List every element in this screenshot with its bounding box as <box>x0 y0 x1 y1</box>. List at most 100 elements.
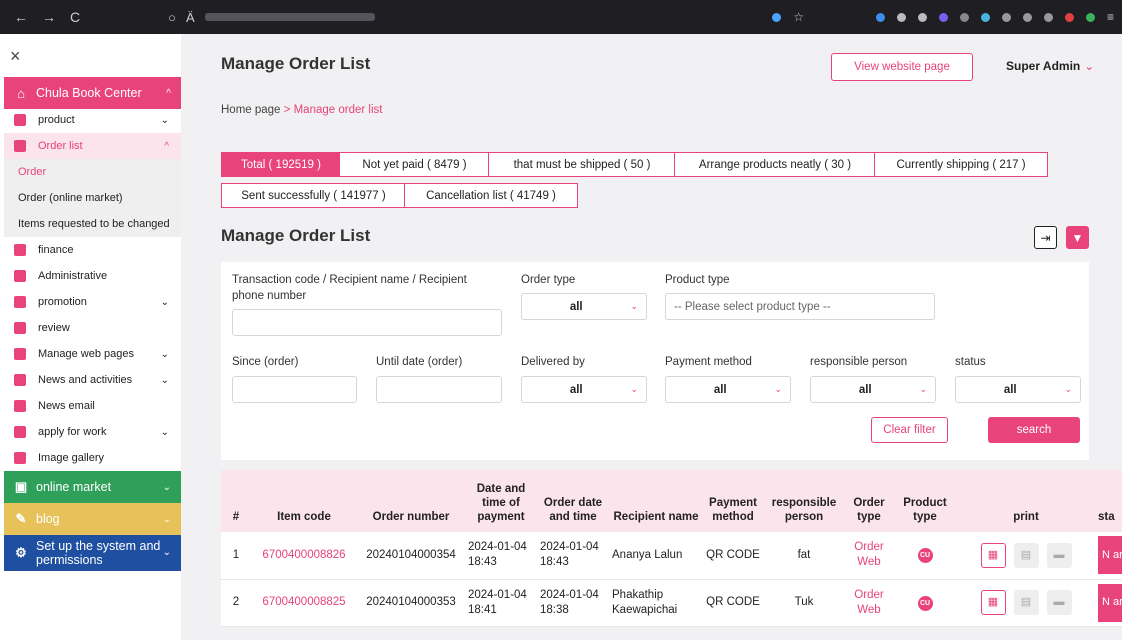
column-header[interactable]: Order type <box>845 470 893 532</box>
bookmark-icon <box>14 296 26 308</box>
column-header[interactable]: Recipient name <box>609 470 703 532</box>
table-row[interactable]: 1 6700400008826 20240104000354 2024-01-0… <box>221 532 1122 580</box>
sidebar-item-news-email[interactable]: News email <box>4 393 181 419</box>
close-icon[interactable]: × <box>10 46 21 67</box>
print-box-icon[interactable]: ▦ <box>980 590 1006 615</box>
export-icon[interactable]: ⇥ <box>1034 226 1057 249</box>
transaction-search-input[interactable] <box>232 309 502 336</box>
back-icon[interactable]: ← <box>14 9 28 25</box>
sidebar-section-setup[interactable]: ⚙ Set up the system and permissions ⌄ <box>4 535 181 571</box>
address-bar[interactable]: ○ Ä <box>168 10 375 25</box>
sidebar-item-label: Image gallery <box>38 452 105 464</box>
tab-arrange-products[interactable]: Arrange products neatly ( 30 ) <box>674 152 876 177</box>
sidebar-item-review[interactable]: review <box>4 315 181 341</box>
user-menu[interactable]: Super Admin ⌄ <box>1006 59 1094 73</box>
view-website-button[interactable]: View website page <box>831 53 973 81</box>
print-box-icon[interactable]: ▦ <box>980 542 1006 568</box>
reload-icon[interactable]: C <box>70 9 80 25</box>
tab-currently-shipping[interactable]: Currently shipping ( 217 ) <box>874 152 1048 177</box>
sidebar-item-order-list[interactable]: Order list ^ <box>4 133 181 159</box>
sidebar-subitem-items-requested[interactable]: Items requested to be changed <box>4 211 181 237</box>
news-icon <box>14 374 26 386</box>
menu-icon[interactable]: ≡ <box>1107 10 1114 24</box>
sidebar-item-product[interactable]: product ⌄ <box>4 107 181 133</box>
extension-icon[interactable] <box>959 12 969 22</box>
column-header[interactable]: Product type <box>893 470 957 532</box>
order-time: 18:38 <box>540 603 569 616</box>
order-table: # Item code Order number Date and time o… <box>221 470 1122 640</box>
item-code-link[interactable]: 6700400008826 <box>251 532 357 580</box>
clear-filter-button[interactable]: Clear filter <box>871 417 948 443</box>
sidebar-item-promotion[interactable]: promotion ⌄ <box>4 289 181 315</box>
filter-icon[interactable]: ▼ <box>1066 226 1089 249</box>
sidebar-item-news-and-activities[interactable]: News and activities ⌄ <box>4 367 181 393</box>
since-label: Since (order) <box>232 356 299 368</box>
sidebar-section-online-market[interactable]: ▣ online market ⌄ <box>4 471 181 503</box>
column-header[interactable]: responsible person <box>763 470 845 532</box>
sidebar-item-manage-web-pages[interactable]: Manage web pages ⌄ <box>4 341 181 367</box>
extension-icon[interactable] <box>980 12 990 22</box>
sidebar-section-blog[interactable]: ✎ blog ⌄ <box>4 503 181 535</box>
tab-sent-successfully[interactable]: Sent successfully ( 141977 ) <box>221 183 406 208</box>
order-time: 18:43 <box>540 556 569 569</box>
payment-date: 2024-01-04 <box>468 541 527 554</box>
chevron-down-icon: ⌄ <box>162 481 171 493</box>
tab-total[interactable]: Total ( 192519 ) <box>221 152 341 177</box>
star-icon[interactable]: ☆ <box>793 10 804 24</box>
sidebar-item-finance[interactable]: finance <box>4 237 181 263</box>
extension-icon[interactable] <box>1064 12 1074 22</box>
sidebar-brand-label: Chula Book Center <box>36 86 142 100</box>
extension-icon[interactable] <box>1085 12 1095 22</box>
sidebar-item-apply-for-work[interactable]: apply for work ⌄ <box>4 419 181 445</box>
chevron-down-icon: ⌄ <box>160 374 169 386</box>
extension-icon[interactable] <box>875 12 885 22</box>
table-header-row: # Item code Order number Date and time o… <box>221 470 1122 532</box>
item-code-link[interactable]: 6700400008825 <box>251 579 357 627</box>
status-select[interactable]: all ⌄ <box>955 376 1081 403</box>
delivered-by-select[interactable]: all ⌄ <box>521 376 647 403</box>
column-header[interactable]: Date and time of payment <box>465 470 537 532</box>
star-icon <box>14 322 26 334</box>
forward-icon[interactable]: → <box>42 9 56 25</box>
chevron-down-icon: ⌄ <box>160 426 169 438</box>
tab-must-be-shipped[interactable]: that must be shipped ( 50 ) <box>488 152 676 177</box>
search-button[interactable]: search <box>988 417 1080 443</box>
table-row[interactable]: 2 6700400008825 20240104000353 2024-01-0… <box>221 579 1122 627</box>
order-datetime: 2024-01-04 18:38 <box>537 579 609 627</box>
print-truck-icon: ▬ <box>1046 590 1072 615</box>
product-type-label: Product type <box>665 274 730 286</box>
status-value: all <box>1003 383 1017 396</box>
sidebar-subitem-order[interactable]: Order <box>4 159 181 185</box>
extension-icon[interactable] <box>917 12 927 22</box>
browser-nav: ← → C <box>14 9 80 25</box>
sidebar-brand-chula-book-center[interactable]: ⌂ Chula Book Center ^ <box>4 77 181 109</box>
responsible-person-label: responsible person <box>810 356 908 368</box>
filter-panel: Transaction code / Recipient name / Reci… <box>221 262 1089 460</box>
responsible-person-select[interactable]: all ⌄ <box>810 376 936 403</box>
order-type: Order Web <box>845 532 893 580</box>
breadcrumb-home[interactable]: Home page <box>221 104 280 116</box>
sidebar-item-image-gallery[interactable]: Image gallery <box>4 445 181 471</box>
extension-icon[interactable] <box>1001 12 1011 22</box>
column-header[interactable]: Payment method <box>703 470 763 532</box>
extension-icon[interactable] <box>1043 12 1053 22</box>
until-date-input[interactable] <box>376 376 502 403</box>
tab-cancellation-list[interactable]: Cancellation list ( 41749 ) <box>404 183 578 208</box>
tab-not-yet-paid[interactable]: Not yet paid ( 8479 ) <box>339 152 490 177</box>
sidebar-item-administrative[interactable]: Administrative <box>4 263 181 289</box>
column-header[interactable]: Order date and time <box>537 470 609 532</box>
extension-icon[interactable] <box>938 12 948 22</box>
sidebar-subitem-order-online-market[interactable]: Order (online market) <box>4 185 181 211</box>
since-date-input[interactable] <box>232 376 357 403</box>
payment-method-select[interactable]: all ⌄ <box>665 376 791 403</box>
product-type-select[interactable]: -- Please select product type -- <box>665 293 935 320</box>
translate-icon[interactable] <box>772 12 782 22</box>
column-header[interactable]: Item code <box>251 470 357 532</box>
order-type-select[interactable]: all ⌄ <box>521 293 647 320</box>
power-icon[interactable] <box>1022 12 1032 22</box>
status-badge: N ar <box>1098 583 1122 622</box>
account-icon[interactable] <box>896 12 906 22</box>
chevron-down-icon: ⌄ <box>630 384 638 394</box>
column-header[interactable]: sta <box>1095 470 1122 532</box>
column-header[interactable]: Order number <box>357 470 465 532</box>
